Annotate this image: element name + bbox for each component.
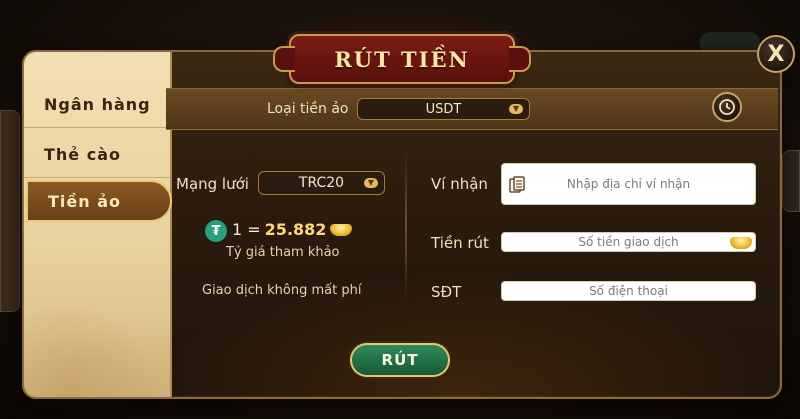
sidebar-item-bank[interactable]: Ngân hàng xyxy=(24,82,170,128)
background-side-panel-left xyxy=(0,110,20,312)
amount-label: Tiền rút xyxy=(431,234,489,252)
currency-label: Loại tiền ảo xyxy=(267,101,349,117)
network-select[interactable]: TRC20 ▼ xyxy=(258,171,385,195)
currency-value: USDT xyxy=(425,101,462,117)
dialog-title-plate: RÚT TIỀN xyxy=(273,34,531,84)
phone-input[interactable]: Số điện thoại xyxy=(501,281,756,301)
network-label: Mạng lưới xyxy=(176,175,249,193)
rate-caption: Tỷ giá tham khảo xyxy=(226,245,340,260)
close-button[interactable]: X xyxy=(757,35,795,73)
wallet-placeholder: Nhập địa chỉ ví nhận xyxy=(566,177,691,191)
phone-label: SĐT xyxy=(431,283,462,301)
rate-value: 25.882 xyxy=(264,220,327,239)
fee-note: Giao dịch không mất phí xyxy=(202,283,362,298)
rate-prefix: 1 = xyxy=(232,220,261,239)
background-side-panel-right xyxy=(782,150,800,212)
withdraw-submit-button[interactable]: RÚT xyxy=(350,343,450,377)
sidebar-decoration xyxy=(24,287,170,397)
gold-ingot-icon xyxy=(330,224,352,236)
wallet-label: Ví nhận xyxy=(431,175,488,193)
wallet-input[interactable]: Nhập địa chỉ ví nhận xyxy=(501,163,756,205)
gold-ingot-icon xyxy=(730,237,752,249)
tether-icon: ₮ xyxy=(205,220,227,242)
sidebar-item-crypto[interactable]: Tiền ảo xyxy=(26,180,172,222)
dropdown-arrow-icon: ▼ xyxy=(509,104,523,114)
currency-select[interactable]: USDT ▼ xyxy=(357,98,530,120)
sidebar-item-label: Thẻ cào xyxy=(44,145,121,164)
dialog-title: RÚT TIỀN xyxy=(334,46,470,72)
exchange-rate: 1 = 25.882 xyxy=(232,220,326,239)
close-icon: X xyxy=(767,41,785,67)
dropdown-arrow-icon: ▼ xyxy=(364,178,378,188)
sidebar-item-label: Tiền ảo xyxy=(48,191,121,211)
sidebar-item-card[interactable]: Thẻ cào xyxy=(24,132,170,178)
sidebar-item-label: Ngân hàng xyxy=(44,95,151,114)
history-icon xyxy=(719,99,735,115)
clipboard-icon[interactable] xyxy=(509,176,525,194)
network-value: TRC20 xyxy=(298,175,345,191)
amount-placeholder: Số tiền giao dịch xyxy=(578,235,679,249)
column-divider xyxy=(405,150,407,300)
history-button[interactable] xyxy=(712,92,742,122)
phone-placeholder: Số điện thoại xyxy=(589,284,668,298)
submit-label: RÚT xyxy=(381,351,419,369)
amount-input[interactable]: Số tiền giao dịch xyxy=(501,232,756,252)
sidebar: Ngân hàng Thẻ cào Tiền ảo xyxy=(24,52,172,397)
